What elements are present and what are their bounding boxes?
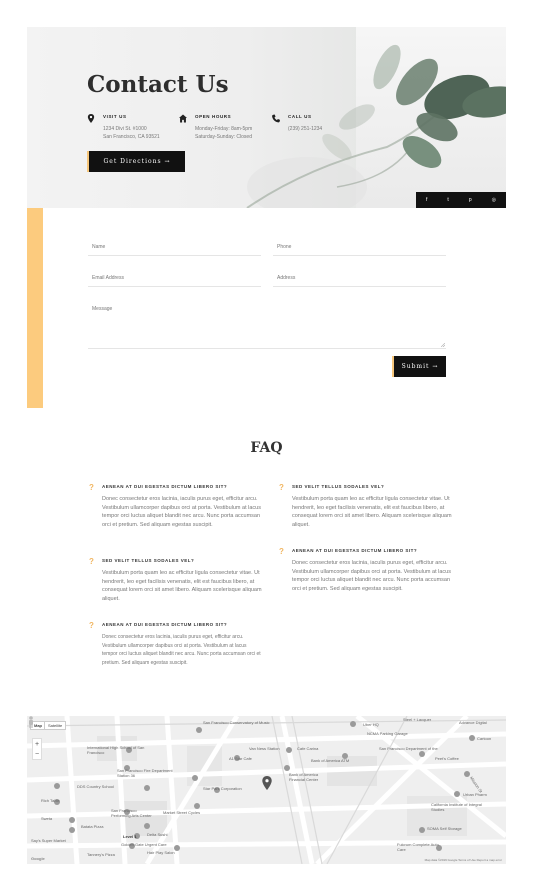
map-label: NCMA Parking Garage: [367, 731, 408, 736]
faq-answer: Donec consectetur eros lacinia, iaculis …: [102, 496, 261, 528]
map-label: Peet's Coffee: [435, 756, 459, 761]
map-label: Level 1: [123, 834, 137, 839]
zoom-control: + −: [32, 738, 42, 760]
zoom-out-button[interactable]: −: [35, 751, 39, 758]
address-placeholder: Address: [277, 275, 296, 281]
map-label: Fulcrum Complete Auto Care: [397, 842, 439, 852]
name-field[interactable]: Name: [88, 240, 261, 256]
zoom-in-button[interactable]: +: [35, 741, 39, 748]
faq-item[interactable]: ? AENEAN AT DUI EGESTAS DICTUM LIBERO SI…: [89, 483, 262, 529]
page-title: Contact Us: [87, 71, 229, 98]
open-hours-label: OPEN HOURS: [195, 114, 232, 119]
visit-us-block: VISIT US 1234 Divi St. #1000 San Francisc…: [87, 114, 182, 141]
question-icon: ?: [89, 483, 94, 492]
form-accent-bar: [27, 208, 43, 408]
map-label: International High School of San Francis…: [87, 745, 145, 755]
faq-question: SED VELIT TELLUS SODALES VEL?: [102, 558, 195, 563]
map-label: Steel + Lacquer: [403, 717, 432, 722]
submit-button[interactable]: Submit →: [392, 356, 446, 377]
instagram-icon[interactable]: ◎: [492, 197, 496, 203]
call-us-label: CALL US: [288, 114, 312, 119]
map-label: Cafe Carina: [297, 746, 319, 751]
phone-placeholder: Phone: [277, 244, 292, 250]
map-label: Uber HQ: [363, 722, 379, 727]
faq-answer: Donec consectetur eros lacinia, iaculis …: [292, 560, 451, 592]
map-label: Delta Sushi: [147, 832, 168, 837]
map-embed[interactable]: Map Satellite + − San Francisco Conserva…: [27, 716, 506, 864]
email-placeholder: Email Address: [92, 275, 124, 281]
map-label: Batata Pizza: [81, 824, 104, 829]
satellite-view-button[interactable]: Satellite: [44, 721, 67, 730]
pegman-icon[interactable]: [27, 716, 35, 728]
map-label: Market Street Cycles: [163, 810, 201, 815]
map-label: San Francisco Fire Department Station 36: [117, 768, 173, 778]
facebook-icon[interactable]: f: [426, 197, 427, 203]
faq-answer: Vestibulum porta quam leo ac efficitur l…: [292, 496, 452, 528]
social-bar: f t p ◎: [416, 192, 506, 208]
open-hours-text: Monday-Friday: 8am-5pm Saturday-Sunday: C…: [195, 126, 253, 140]
question-icon: ?: [89, 557, 94, 566]
map-label: Bank of America ATM: [311, 758, 350, 763]
map-label: Van Ness Station: [249, 746, 280, 751]
question-icon: ?: [279, 547, 284, 556]
faq-item[interactable]: ? SED VELIT TELLUS SODALES VEL? Vestibul…: [279, 483, 452, 529]
faq-question: AENEAN AT DUI EGESTAS DICTUM LIBERO SIT?: [292, 548, 418, 553]
get-directions-button[interactable]: Get Directions →: [87, 151, 185, 172]
faq-item[interactable]: ? AENEAN AT DUI EGESTAS DICTUM LIBERO SI…: [89, 621, 262, 667]
call-us-phone[interactable]: (239) 251-1234: [288, 125, 367, 133]
home-icon: [179, 114, 187, 123]
phone-icon: [272, 114, 280, 123]
question-icon: ?: [279, 483, 284, 492]
faq-answer: Donec consectetur eros lacinia, iaculis …: [102, 634, 261, 666]
faq-answer: Vestibulum porta quam leo ac efficitur l…: [102, 570, 262, 602]
email-field[interactable]: Email Address: [88, 271, 261, 287]
map-label: Cartoon: [477, 736, 492, 741]
map-label: A1 Star Cafe: [229, 756, 252, 761]
faq-question: SED VELIT TELLUS SODALES VEL?: [292, 484, 385, 489]
map-attribution[interactable]: Map data ©2019 Google Terms of Use Repor…: [425, 858, 502, 862]
faq-item[interactable]: ? SED VELIT TELLUS SODALES VEL? Vestibul…: [89, 557, 262, 603]
map-label: Golden Gate Urgent Care: [121, 842, 167, 847]
faq-question: AENEAN AT DUI EGESTAS DICTUM LIBERO SIT?: [102, 484, 228, 489]
map-label: SOMA Self Storage: [427, 826, 462, 831]
visit-us-label: VISIT US: [103, 114, 127, 119]
visit-us-address: 1234 Divi St. #1000 San Francisco, CA 935…: [103, 126, 160, 140]
map-label: Star Park Corporation: [203, 786, 242, 791]
twitter-icon[interactable]: t: [447, 197, 448, 203]
map-label: Advance Digital: [459, 720, 487, 725]
faq-question: AENEAN AT DUI EGESTAS DICTUM LIBERO SIT?: [102, 622, 228, 627]
map-label: San Francisco Conservatory of Music: [203, 720, 270, 725]
pinterest-icon[interactable]: p: [469, 197, 472, 203]
map-label: Sweta: [41, 816, 53, 821]
open-hours-block: OPEN HOURS Monday-Friday: 8am-5pm Saturda…: [179, 114, 274, 141]
map-label: Hair Play Salon: [147, 850, 175, 855]
resize-handle-icon[interactable]: [441, 343, 445, 347]
map-label: San Francisco Department of the: [379, 746, 438, 751]
hero-section: Contact Us VISIT US 1234 Divi St. #1000 S…: [27, 27, 506, 208]
faq-item[interactable]: ? AENEAN AT DUI EGESTAS DICTUM LIBERO SI…: [279, 547, 452, 593]
map-label: Say's Super Market: [31, 838, 66, 843]
call-us-block: CALL US (239) 251-1234: [272, 114, 367, 133]
faq-title: FAQ: [250, 440, 283, 456]
map-label: San Francisco Performing Arts Center: [111, 808, 152, 818]
address-field[interactable]: Address: [273, 271, 446, 287]
map-label: California Institute of Integral Studies: [431, 802, 482, 812]
question-icon: ?: [89, 621, 94, 630]
phone-field[interactable]: Phone: [273, 240, 446, 256]
message-field[interactable]: Message: [88, 302, 446, 349]
map-label: Bank of America Financial Center: [289, 772, 319, 782]
location-marker-icon[interactable]: [262, 776, 272, 790]
map-label: Rich Table: [41, 798, 60, 803]
location-pin-icon: [87, 114, 95, 123]
message-placeholder: Message: [92, 306, 113, 312]
name-placeholder: Name: [92, 244, 106, 250]
map-label: DDS Country School: [77, 784, 114, 789]
map-label: Tannery's Pizza: [87, 852, 115, 857]
map-label: Urban Pharm: [463, 792, 487, 797]
google-logo: Google: [31, 856, 45, 861]
